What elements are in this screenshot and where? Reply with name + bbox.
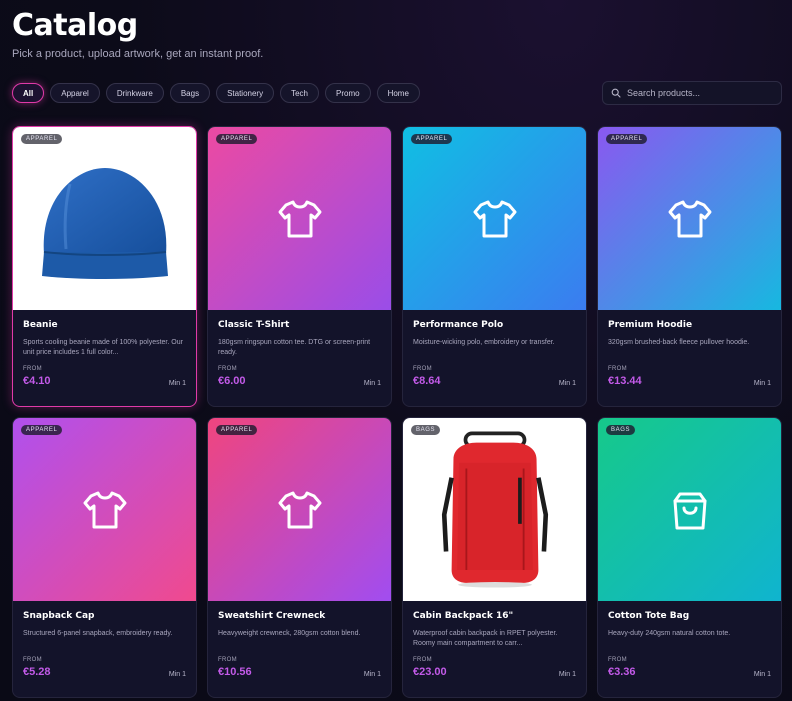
price-from-label: FROM [23, 366, 42, 372]
page-title: Catalog [12, 8, 138, 43]
product-description: Heavy-duty 240gsm natural cotton tote. [608, 630, 731, 637]
product-name: Classic T-Shirt [218, 320, 290, 330]
product-description: Heavyweight crewneck, 280gsm cotton blen… [218, 630, 361, 637]
product-name: Cabin Backpack 16" [413, 611, 514, 621]
product-card-beanie[interactable]: APPAREL Beanie Sports cooling beanie mad… [12, 126, 197, 407]
bag-icon [666, 486, 714, 534]
min-quantity: Min 1 [168, 671, 186, 678]
filter-chip-apparel[interactable]: Apparel [50, 83, 100, 103]
product-price: €8.64 [413, 375, 441, 387]
category-badge: BAGS [411, 425, 441, 435]
product-name: Premium Hoodie [608, 320, 693, 330]
min-quantity: Min 1 [753, 671, 771, 678]
product-thumbnail: APPAREL [403, 127, 586, 310]
product-thumbnail: APPAREL [208, 418, 391, 601]
product-info: Beanie Sports cooling beanie made of 100… [13, 310, 196, 406]
product-info: Sweatshirt Crewneck Heavyweight crewneck… [208, 601, 391, 697]
product-info: Premium Hoodie 320gsm brushed-back fleec… [598, 310, 781, 406]
product-info: Cotton Tote Bag Heavy-duty 240gsm natura… [598, 601, 781, 697]
min-quantity: Min 1 [363, 671, 381, 678]
product-name: Sweatshirt Crewneck [218, 611, 326, 621]
category-badge: APPAREL [21, 425, 63, 435]
product-thumbnail: BAGS [403, 418, 586, 601]
product-info: Performance Polo Moisture-wicking polo, … [403, 310, 586, 406]
category-badge: APPAREL [216, 134, 258, 144]
product-card-snapback-cap[interactable]: APPAREL Snapback Cap Structured 6-panel … [12, 417, 197, 698]
product-info: Snapback Cap Structured 6-panel snapback… [13, 601, 196, 697]
tshirt-icon [81, 486, 129, 534]
search-input[interactable] [627, 88, 777, 98]
product-description: 320gsm brushed-back fleece pullover hood… [608, 339, 750, 346]
min-quantity: Min 1 [363, 380, 381, 387]
product-card-classic-t-shirt[interactable]: APPAREL Classic T-Shirt 180gsm ringspun … [207, 126, 392, 407]
category-badge: APPAREL [216, 425, 258, 435]
product-price: €3.36 [608, 666, 636, 678]
product-description: Moisture-wicking polo, embroidery or tra… [413, 339, 555, 346]
filter-chip-promo[interactable]: Promo [325, 83, 371, 103]
min-quantity: Min 1 [558, 671, 576, 678]
price-from-label: FROM [608, 366, 627, 372]
product-thumbnail: APPAREL [598, 127, 781, 310]
price-from-label: FROM [218, 366, 237, 372]
product-price: €5.28 [23, 666, 51, 678]
category-badge: APPAREL [411, 134, 453, 144]
product-thumbnail: APPAREL [208, 127, 391, 310]
product-name: Snapback Cap [23, 611, 95, 621]
product-thumbnail: APPAREL [13, 418, 196, 601]
price-from-label: FROM [23, 657, 42, 663]
product-grid: APPAREL Beanie Sports cooling beanie mad… [12, 126, 782, 698]
product-card-cotton-tote-bag[interactable]: BAGS Cotton Tote Bag Heavy-duty 240gsm n… [597, 417, 782, 698]
min-quantity: Min 1 [558, 380, 576, 387]
product-card-sweatshirt-crewneck[interactable]: APPAREL Sweatshirt Crewneck Heavyweight … [207, 417, 392, 698]
price-from-label: FROM [413, 366, 432, 372]
product-price: €13.44 [608, 375, 642, 387]
tshirt-icon [276, 486, 324, 534]
category-badge: BAGS [606, 425, 636, 435]
product-name: Performance Polo [413, 320, 504, 330]
filter-chip-bags[interactable]: Bags [169, 83, 211, 103]
price-from-label: FROM [413, 657, 432, 663]
product-name: Beanie [23, 320, 58, 330]
search-box [602, 81, 782, 105]
filter-chip-home[interactable]: Home [376, 83, 420, 103]
search-icon [611, 88, 621, 98]
min-quantity: Min 1 [753, 380, 771, 387]
price-from-label: FROM [218, 657, 237, 663]
product-info: Classic T-Shirt 180gsm ringspun cotton t… [208, 310, 391, 406]
product-price: €10.56 [218, 666, 252, 678]
product-card-performance-polo[interactable]: APPAREL Performance Polo Moisture-wickin… [402, 126, 587, 407]
filter-chip-stationery[interactable]: Stationery [216, 83, 275, 103]
filter-chip-drinkware[interactable]: Drinkware [105, 83, 164, 103]
category-badge: APPAREL [21, 134, 63, 144]
category-filter-bar: All Apparel Drinkware Bags Stationery Te… [12, 83, 420, 103]
product-info: Cabin Backpack 16" Waterproof cabin back… [403, 601, 586, 697]
page-subtitle: Pick a product, upload artwork, get an i… [12, 48, 264, 60]
product-description: 180gsm ringspun cotton tee. DTG or scree… [218, 339, 371, 356]
tshirt-icon [666, 195, 714, 243]
product-description: Waterproof cabin backpack in RPET polyes… [413, 630, 558, 647]
category-badge: APPAREL [606, 134, 648, 144]
min-quantity: Min 1 [168, 380, 186, 387]
beanie-image [41, 167, 168, 279]
product-price: €6.00 [218, 375, 246, 387]
product-thumbnail: BAGS [598, 418, 781, 601]
filter-chip-tech[interactable]: Tech [280, 83, 319, 103]
tshirt-icon [471, 195, 519, 243]
price-from-label: FROM [608, 657, 627, 663]
product-card-cabin-backpack-16[interactable]: BAGS Cabin Backpack 16" Waterproof cabin… [402, 417, 587, 698]
product-name: Cotton Tote Bag [608, 611, 690, 621]
product-description: Sports cooling beanie made of 100% polye… [23, 339, 183, 356]
product-price: €23.00 [413, 666, 447, 678]
backpack-image [441, 431, 548, 588]
product-description: Structured 6-panel snapback, embroidery … [23, 630, 173, 637]
product-thumbnail: APPAREL [13, 127, 196, 310]
tshirt-icon [276, 195, 324, 243]
filter-chip-all[interactable]: All [12, 83, 45, 103]
product-card-premium-hoodie[interactable]: APPAREL Premium Hoodie 320gsm brushed-ba… [597, 126, 782, 407]
product-price: €4.10 [23, 375, 51, 387]
